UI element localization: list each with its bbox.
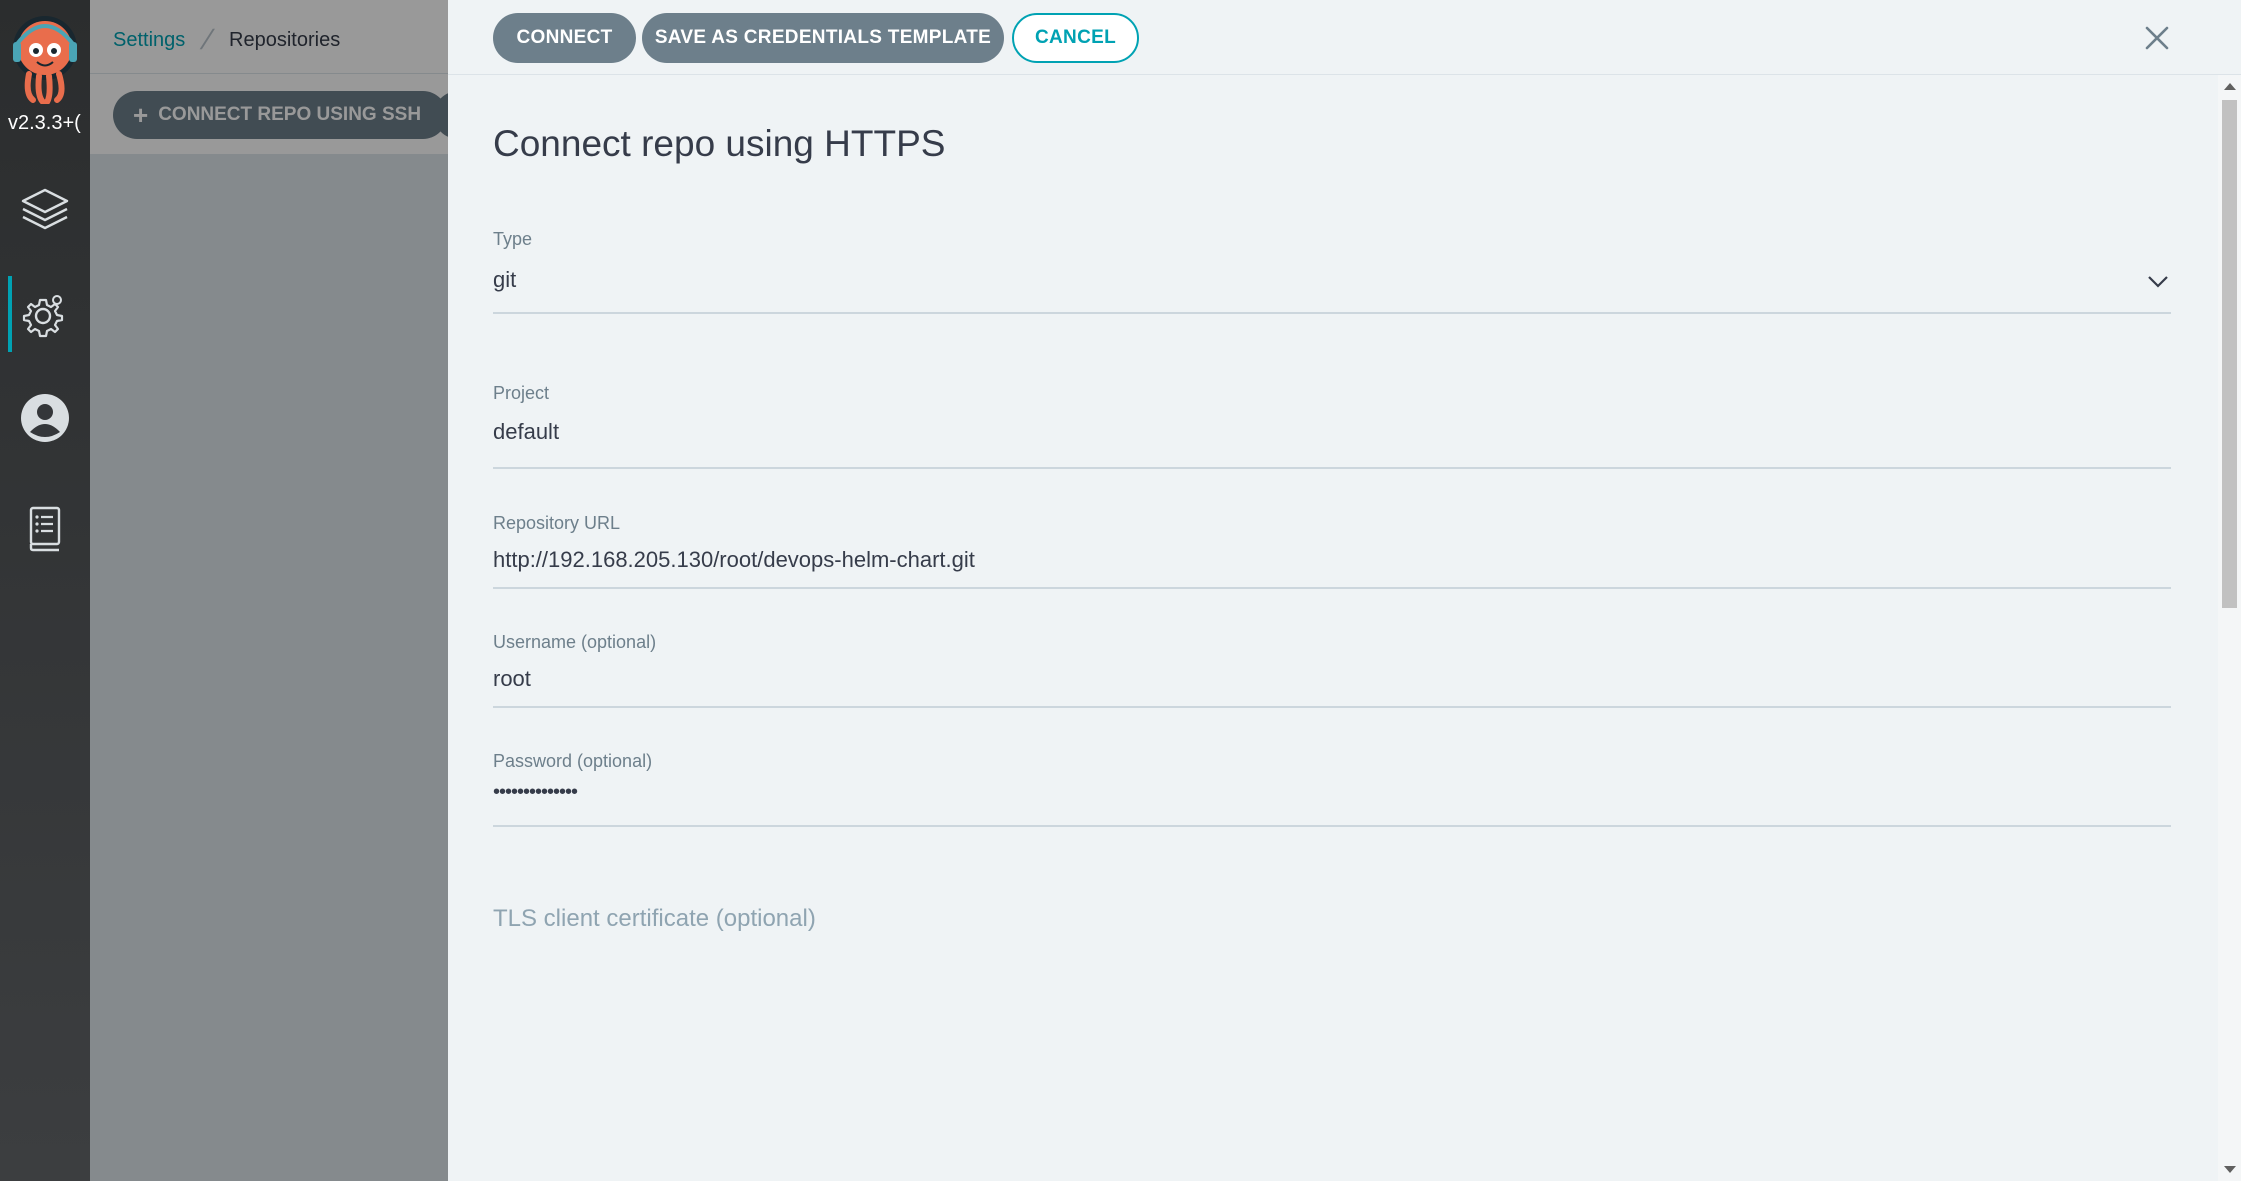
project-field[interactable]: Project default xyxy=(493,371,2171,469)
type-value: git xyxy=(493,267,517,292)
scroll-up-arrow[interactable] xyxy=(2224,83,2236,90)
password-field[interactable]: Password (optional) •••••••••••••• xyxy=(493,751,2171,827)
save-credentials-template-button[interactable]: SAVE AS CREDENTIALS TEMPLATE xyxy=(642,13,1004,63)
nav-applications[interactable] xyxy=(0,172,90,248)
chevron-down-icon xyxy=(2148,276,2168,288)
nav-user-info[interactable] xyxy=(0,380,90,456)
username-label: Username (optional) xyxy=(493,632,657,652)
app-version: v2.3.3+( xyxy=(8,112,81,134)
layers-icon xyxy=(21,188,69,230)
scroll-thumb[interactable] xyxy=(2222,100,2237,608)
repository-url-field[interactable]: Repository URL http://192.168.205.130/ro… xyxy=(493,513,2171,589)
scroll-down-arrow[interactable] xyxy=(2224,1166,2236,1173)
connect-button[interactable]: CONNECT xyxy=(493,13,636,63)
username-value: root xyxy=(493,666,531,691)
panel-header: CONNECT SAVE AS CREDENTIALS TEMPLATE CAN… xyxy=(448,0,2241,75)
tls-section-title: TLS client certificate (optional) xyxy=(493,905,816,932)
nav-settings[interactable] xyxy=(0,276,90,352)
argo-logo[interactable] xyxy=(9,14,81,104)
close-icon[interactable] xyxy=(2143,24,2171,52)
password-value: •••••••••••••• xyxy=(493,781,578,803)
project-value: default xyxy=(493,419,560,444)
password-label: Password (optional) xyxy=(493,751,653,771)
nav-documentation[interactable] xyxy=(0,490,90,566)
type-select[interactable]: Type git xyxy=(493,217,2171,314)
cancel-button[interactable]: CANCEL xyxy=(1012,13,1139,63)
username-field[interactable]: Username (optional) root xyxy=(493,632,2171,708)
repository-url-value: http://192.168.205.130/root/devops-helm-… xyxy=(493,547,975,572)
panel-title: Connect repo using HTTPS xyxy=(493,123,946,164)
type-label: Type xyxy=(493,229,533,249)
panel-scrollbar[interactable] xyxy=(2218,75,2241,1181)
project-label: Project xyxy=(493,383,550,403)
repository-url-label: Repository URL xyxy=(493,513,621,533)
docs-icon xyxy=(29,506,61,552)
user-icon xyxy=(21,394,69,442)
left-nav: v2.3.3+( xyxy=(0,0,90,1181)
connect-repo-panel: CONNECT SAVE AS CREDENTIALS TEMPLATE CAN… xyxy=(448,0,2241,1181)
gear-icon xyxy=(22,295,64,338)
